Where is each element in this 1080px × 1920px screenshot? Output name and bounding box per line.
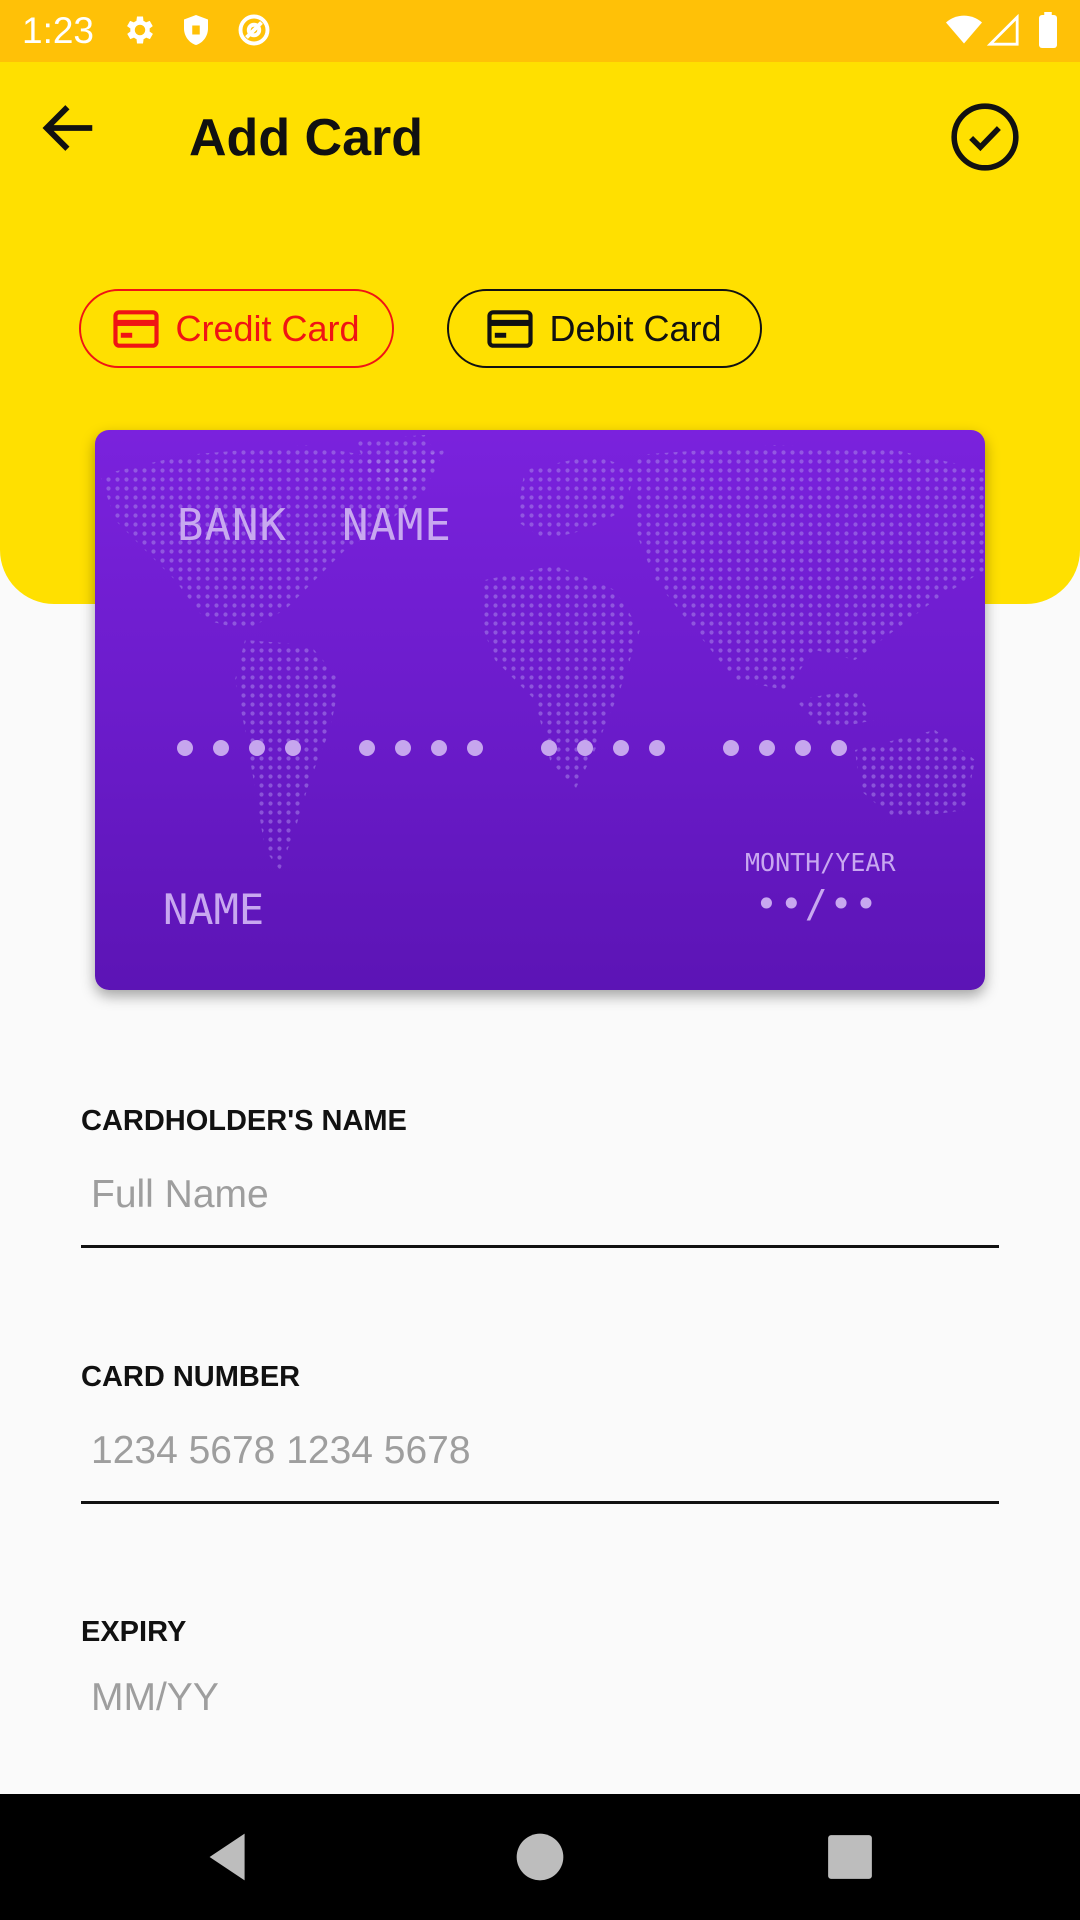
battery-icon [1036,12,1060,48]
card-number-mask [177,740,847,756]
navigation-bar [0,1794,1080,1920]
cardholder-name-label: CARDHOLDER'S NAME [81,1105,407,1137]
settings-icon [122,12,158,48]
nav-recents-button[interactable] [815,1822,885,1892]
home-circle-icon [516,1833,564,1881]
page-title: Add Card [189,109,423,167]
card-expiry-value: ••/•• [755,882,880,926]
credit-card-icon [487,309,534,348]
expiry-input[interactable] [81,1660,999,1750]
card-number-input[interactable] [81,1414,999,1504]
back-button[interactable] [36,96,100,160]
chip-credit-card[interactable]: Credit Card [79,289,394,368]
status-time: 1:23 [22,10,95,51]
nav-home-button[interactable] [505,1822,575,1892]
shield-icon [178,12,214,48]
nav-back-button[interactable] [195,1822,265,1892]
back-triangle-icon [209,1833,245,1881]
cardholder-name-input[interactable] [81,1158,999,1248]
status-bar: 1:23 [0,0,1080,62]
check-circle-icon [951,103,1019,171]
chip-credit-card-label: Credit Card [175,307,360,349]
credit-card-icon [113,309,160,348]
card-preview: BANK NAME NAME MONTH/YEAR ••/•• [95,430,985,990]
arrow-left-icon [42,105,93,151]
confirm-button[interactable] [948,100,1022,174]
recents-square-icon [828,1835,872,1879]
signal-icon [986,12,1020,48]
chip-debit-card-label: Debit Card [549,307,722,349]
expiry-label: EXPIRY [81,1616,187,1648]
card-holder-name: NAME [163,885,265,934]
chip-debit-card[interactable]: Debit Card [447,289,762,368]
card-number-label: CARD NUMBER [81,1361,301,1393]
at-sign-icon [236,12,272,48]
wifi-icon [944,12,984,48]
card-expiry-label: MONTH/YEAR [745,848,896,877]
card-bank-name: BANK NAME [177,500,452,551]
